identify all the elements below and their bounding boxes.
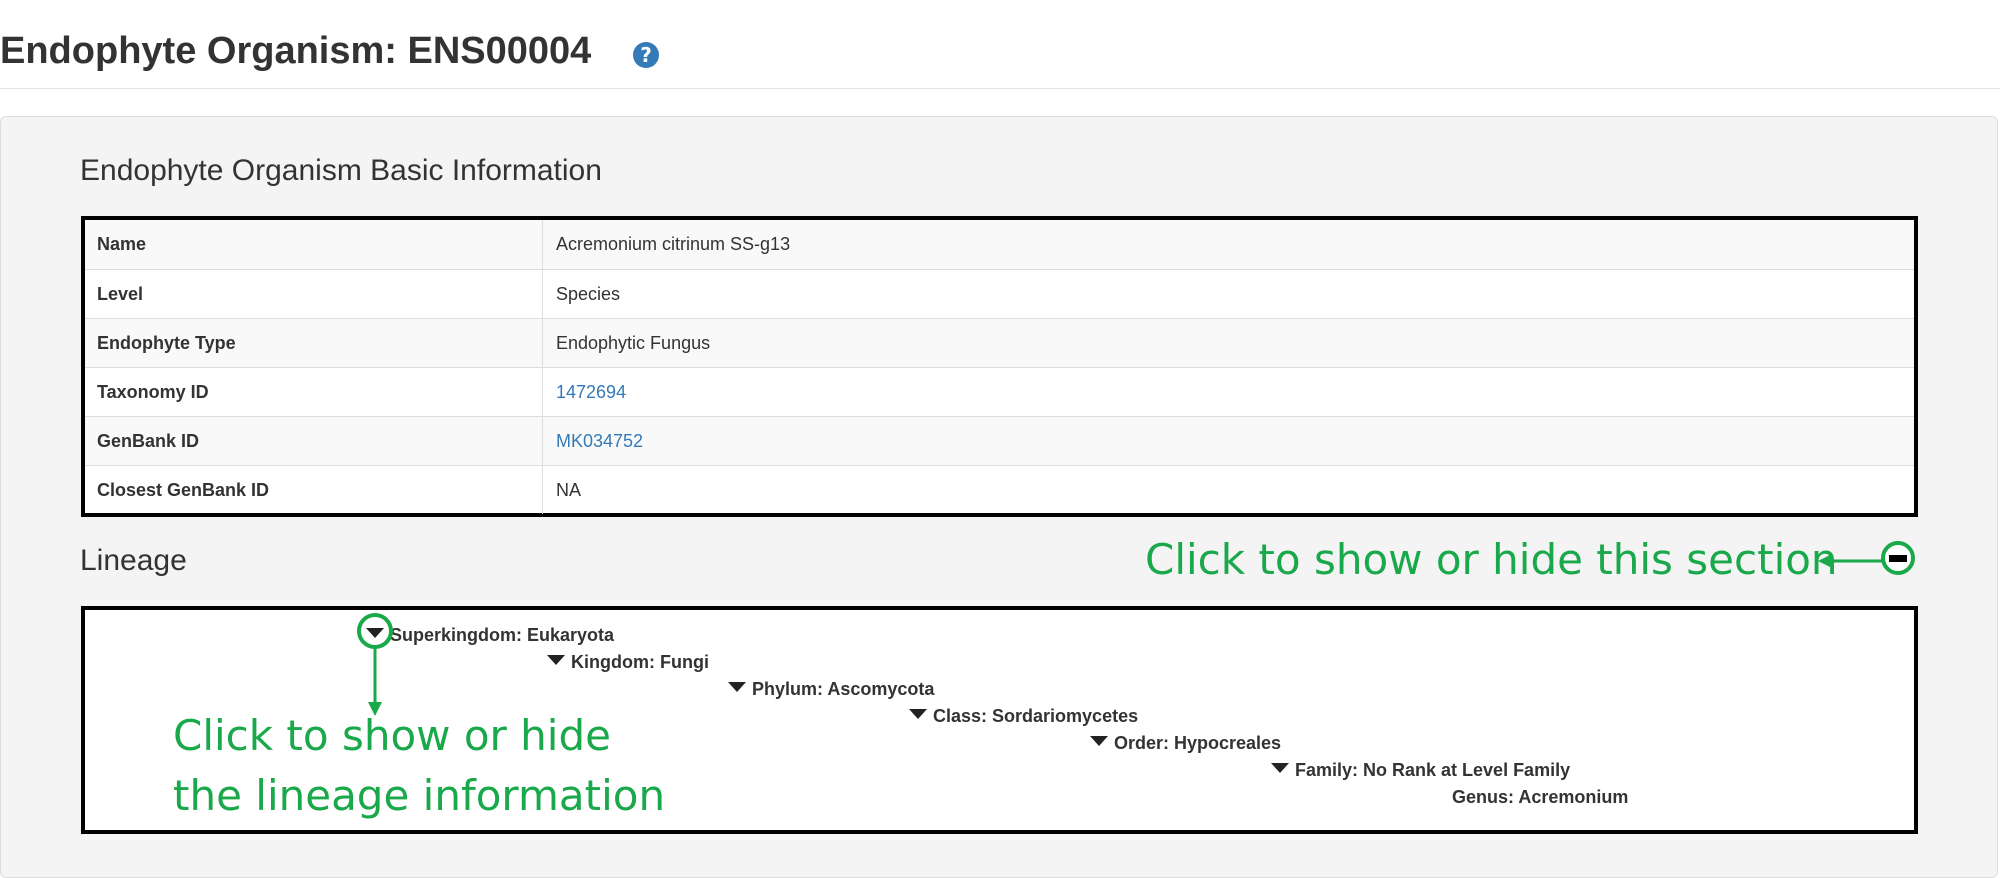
column-divider (542, 466, 543, 514)
row-label: Taxonomy ID (97, 382, 209, 402)
annotation-arrow-down (368, 648, 382, 716)
row-label: Name (97, 234, 147, 254)
section-toggle-annotation: Click to show or hide this section (1145, 535, 1838, 584)
caret-down-icon[interactable] (728, 682, 746, 693)
node-label: Superkingdom: Eukaryota (390, 625, 615, 645)
lineage-node-order[interactable]: Order: Hypocreales (1090, 732, 1281, 754)
name-value: Acremonium citrinum SS-g13 (556, 234, 791, 254)
row-label: Endophyte Type (97, 333, 236, 353)
annotation-arrow-left (1818, 554, 1882, 568)
column-divider (542, 270, 543, 318)
minus-icon (1889, 555, 1907, 562)
question-circle-icon[interactable]: ? (633, 42, 659, 68)
lineage-node-superkingdom[interactable]: Superkingdom: Eukaryota (366, 624, 614, 646)
lineage-tree: Superkingdom: Eukaryota Kingdom: Fungi P… (81, 606, 1918, 834)
page-title: Endophyte Organism: ENS00004 (0, 30, 592, 72)
closest-genbank-id-value: NA (556, 480, 582, 500)
node-label: Class: Sordariomycetes (933, 706, 1139, 726)
column-divider (542, 220, 543, 269)
column-divider (542, 417, 543, 465)
highlight-circle (357, 613, 393, 649)
annotation-line: Click to show or hide (173, 711, 611, 760)
column-divider (542, 319, 543, 367)
column-divider (542, 368, 543, 416)
genbank-id-link[interactable]: MK034752 (556, 417, 643, 466)
row-label: GenBank ID (97, 431, 200, 451)
endophyte-type-value: Endophytic Fungus (556, 333, 711, 353)
row-label: Closest GenBank ID (97, 480, 270, 500)
lineage-node-class[interactable]: Class: Sordariomycetes (909, 705, 1138, 727)
lineage-node-family[interactable]: Family: No Rank at Level Family (1271, 759, 1570, 781)
section-collapse-toggle[interactable] (1881, 541, 1915, 575)
caret-down-icon[interactable] (909, 709, 927, 720)
table-row: Name Acremonium citrinum SS-g13 (85, 220, 1914, 269)
node-label: Family: No Rank at Level Family (1295, 760, 1571, 780)
row-label: Level (97, 284, 144, 304)
table-row: Closest GenBank ID NA (85, 465, 1914, 514)
table-row: Taxonomy ID 1472694 (85, 367, 1914, 416)
caret-down-icon[interactable] (1271, 763, 1289, 774)
caret-down-icon[interactable] (1090, 736, 1108, 747)
node-label: Order: Hypocreales (1114, 733, 1282, 753)
lineage-toggle-annotation: Click to show or hide the lineage inform… (173, 706, 665, 826)
lineage-node-kingdom[interactable]: Kingdom: Fungi (547, 651, 709, 673)
lineage-node-genus: Genus: Acremonium (1452, 786, 1628, 808)
page-header: Endophyte Organism: ENS00004 ? (0, 0, 2000, 89)
node-label: Kingdom: Fungi (571, 652, 709, 672)
node-label: Genus: Acremonium (1452, 787, 1629, 807)
caret-down-icon[interactable] (547, 655, 565, 666)
basic-info-table: Name Acremonium citrinum SS-g13 Level Sp… (81, 216, 1918, 517)
lineage-title: Lineage (80, 544, 187, 577)
level-value: Species (556, 284, 621, 304)
basic-info-title: Endophyte Organism Basic Information (80, 154, 602, 187)
node-label: Phylum: Ascomycota (752, 679, 935, 699)
table-row: Level Species (85, 269, 1914, 318)
annotation-line: the lineage information (173, 771, 666, 820)
lineage-node-phylum[interactable]: Phylum: Ascomycota (728, 678, 934, 700)
table-row: Endophyte Type Endophytic Fungus (85, 318, 1914, 367)
table-row: GenBank ID MK034752 (85, 416, 1914, 465)
taxonomy-id-link[interactable]: 1472694 (556, 368, 626, 417)
